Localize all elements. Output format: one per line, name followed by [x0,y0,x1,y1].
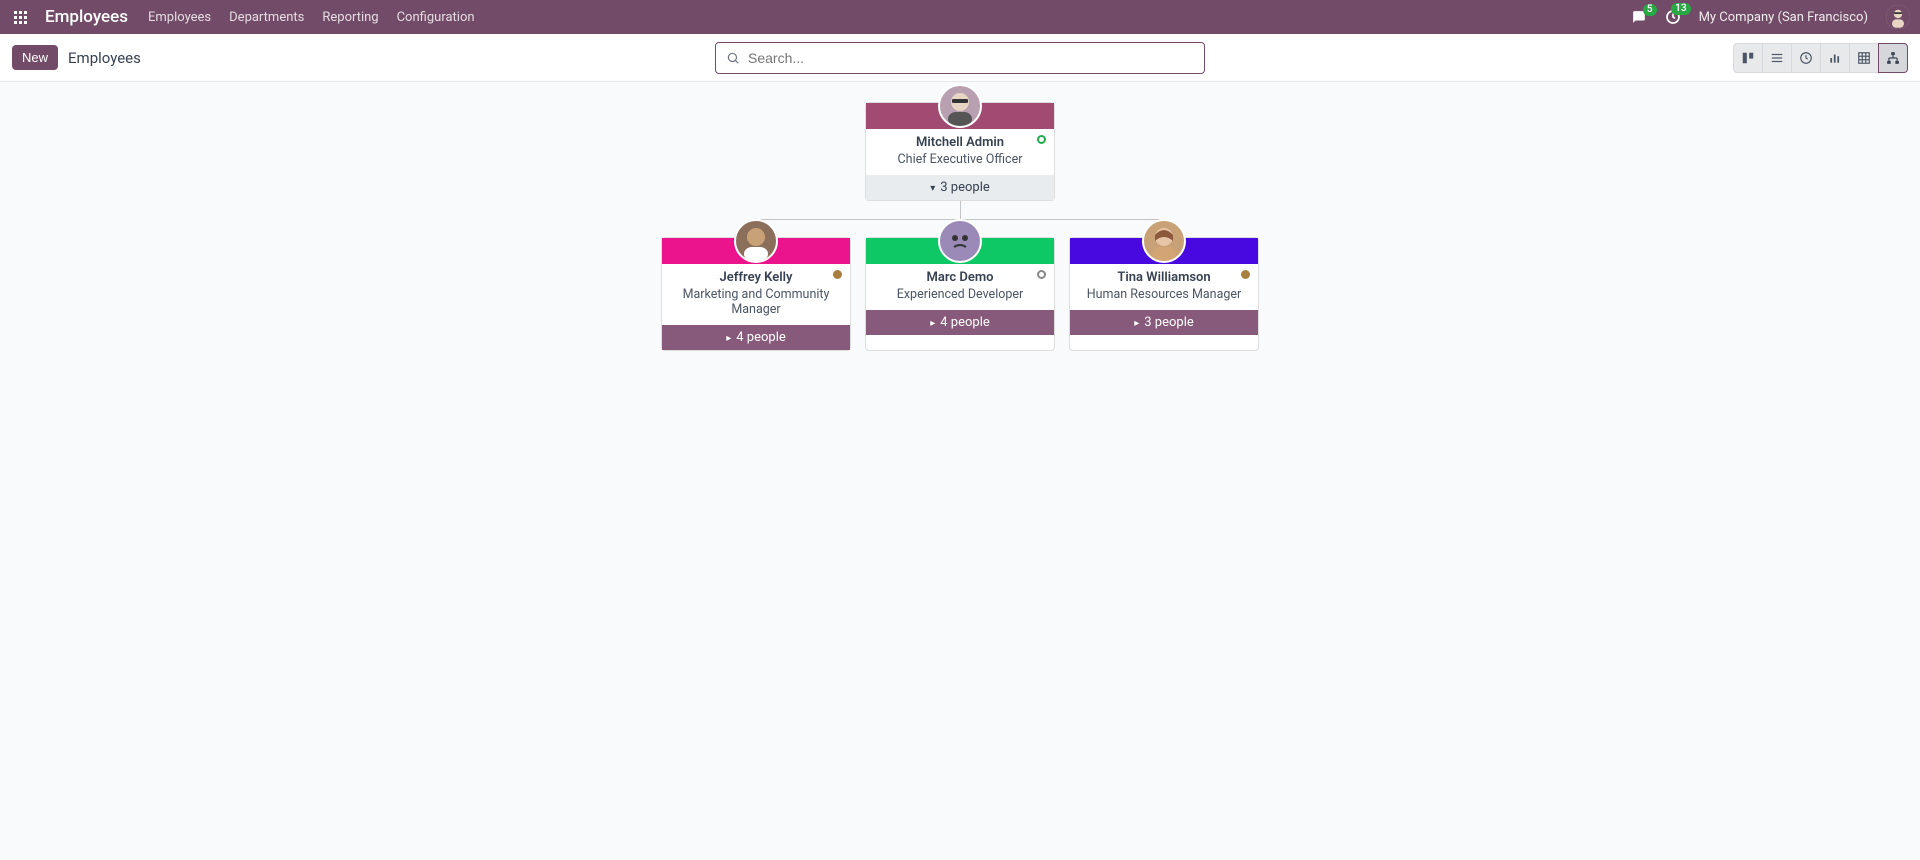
avatar [734,219,778,263]
search-icon [726,51,740,65]
view-kanban-button[interactable] [1733,43,1763,73]
search-box[interactable] [715,42,1205,74]
view-pivot-button[interactable] [1849,43,1879,73]
org-node-child[interactable]: Jeffrey Kelly Marketing and Community Ma… [661,237,851,351]
node-name: Tina Williamson [1076,270,1252,285]
people-count: 3 people [940,180,990,195]
node-name: Jeffrey Kelly [668,270,844,285]
org-node-child[interactable]: Marc Demo Experienced Developer 4 people [865,237,1055,351]
view-switcher [1734,43,1908,73]
discuss-icon[interactable]: 5 [1631,10,1647,24]
org-chart: Mitchell Admin Chief Executive Officer 3… [0,82,1920,351]
chevron-right-icon [726,330,731,345]
status-indicator-icon [1037,135,1046,144]
status-indicator-icon [833,270,842,279]
node-expand-button[interactable]: 4 people [662,325,850,350]
app-brand[interactable]: Employees [45,7,128,27]
node-header [662,238,850,264]
connector-line [960,201,961,219]
org-node-child[interactable]: Tina Williamson Human Resources Manager … [1069,237,1259,351]
top-navbar: Employees Employees Departments Reportin… [0,0,1920,34]
node-expand-button[interactable]: 3 people [866,175,1054,200]
discuss-badge: 5 [1643,4,1657,16]
nav-menu: Employees Departments Reporting Configur… [148,10,475,25]
people-count: 4 people [940,315,990,330]
node-header [866,103,1054,129]
org-node-root[interactable]: Mitchell Admin Chief Executive Officer 3… [865,102,1055,201]
status-indicator-icon [1037,270,1046,279]
people-count: 4 people [736,330,786,345]
avatar [938,84,982,128]
node-expand-button[interactable]: 4 people [866,310,1054,335]
nav-item-departments[interactable]: Departments [229,10,304,25]
nav-item-employees[interactable]: Employees [148,10,211,25]
activity-badge: 13 [1671,3,1690,15]
view-graph-button[interactable] [1820,43,1850,73]
control-panel: New Employees [0,34,1920,82]
status-indicator-icon [1241,270,1250,279]
node-title: Experienced Developer [872,287,1048,302]
view-list-button[interactable] [1762,43,1792,73]
breadcrumb: Employees [68,49,141,67]
node-header [1070,238,1258,264]
chevron-right-icon [930,315,935,330]
people-count: 3 people [1144,315,1194,330]
nav-item-configuration[interactable]: Configuration [397,10,475,25]
node-header [866,238,1054,264]
company-switcher[interactable]: My Company (San Francisco) [1699,10,1868,25]
search-input[interactable] [748,50,1194,66]
node-expand-button[interactable]: 3 people [1070,310,1258,335]
view-hierarchy-button[interactable] [1878,43,1908,73]
node-title: Marketing and Community Manager [668,287,844,317]
node-name: Mitchell Admin [872,135,1048,150]
new-button[interactable]: New [12,45,58,70]
user-avatar[interactable] [1886,5,1910,29]
node-title: Chief Executive Officer [872,152,1048,167]
node-title: Human Resources Manager [1076,287,1252,302]
apps-icon[interactable] [10,7,31,28]
avatar [938,219,982,263]
avatar [1142,219,1186,263]
view-activity-button[interactable] [1791,43,1821,73]
nav-item-reporting[interactable]: Reporting [322,10,378,25]
activity-icon[interactable]: 13 [1665,9,1681,25]
chevron-down-icon [930,180,935,195]
chevron-right-icon [1134,315,1139,330]
node-name: Marc Demo [872,270,1048,285]
